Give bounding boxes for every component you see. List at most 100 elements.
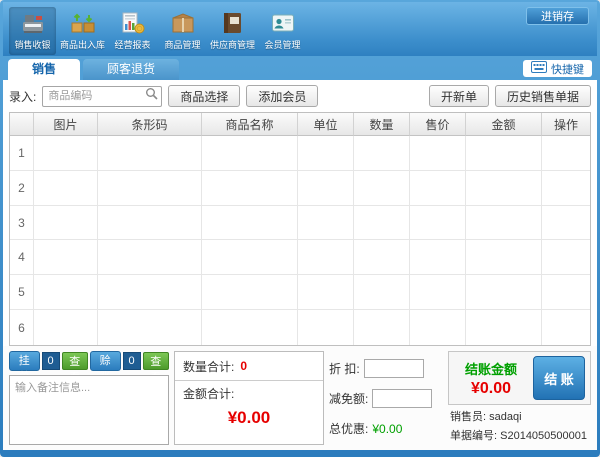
table-cell — [354, 170, 410, 206]
row-number: 1 — [10, 136, 34, 171]
discount-row: 折 扣: — [329, 358, 443, 378]
sales-panel: 录入: 商品选择 添加会员 开新单 历史销售单据 图片 条形码 商品名称 单位 … — [3, 80, 597, 450]
sales-history-button[interactable]: 历史销售单据 — [494, 85, 591, 107]
add-member-button[interactable]: 添加会员 — [246, 85, 319, 107]
credit-button[interactable]: 赊账 — [90, 351, 121, 383]
table-cell — [202, 310, 298, 345]
document-number-value: S2014050500001 — [500, 430, 587, 442]
discount-label: 折 扣: — [329, 361, 360, 376]
toolbar-item-label: 销售收银 — [14, 40, 51, 50]
salesperson-label: 销售员: — [450, 411, 487, 423]
stock-module-button[interactable]: 进销存 — [526, 7, 589, 25]
entry-bar: 录入: 商品选择 添加会员 开新单 历史销售单据 — [3, 80, 597, 112]
quantity-total-row: 数量合计: 0 — [175, 352, 323, 381]
table-header-corner — [10, 113, 34, 136]
toolbar-item-sales-cashier[interactable]: 销售收银 — [9, 6, 56, 55]
toolbar-item-reports[interactable]: 经营报表 — [109, 7, 156, 55]
table-cell — [202, 205, 298, 241]
toolbar-item-products[interactable]: 商品管理 — [159, 7, 206, 55]
toolbar-item-label: 商品出入库 — [59, 40, 105, 50]
credit-view-button[interactable]: 查看 — [142, 352, 169, 384]
document-number-label: 单据编号: — [450, 430, 498, 442]
row-number: 5 — [10, 275, 34, 311]
tab-customer-returns[interactable]: 顾客退货 — [83, 59, 180, 80]
table-cell — [34, 205, 98, 241]
search-icon[interactable] — [145, 87, 158, 105]
member-card-icon — [270, 10, 296, 36]
hold-order-button[interactable]: 挂单 — [9, 351, 40, 383]
amount-total-label: 金额合计: — [183, 387, 235, 401]
table-cell — [298, 310, 354, 345]
checkout-amount-label: 结账金额 — [464, 361, 517, 377]
table-cell — [354, 136, 410, 171]
toolbar-item-suppliers[interactable]: 供应商管理 — [209, 7, 256, 55]
table-cell — [98, 240, 202, 276]
new-order-button[interactable]: 开新单 — [428, 85, 489, 107]
product-code-searchbox — [42, 85, 163, 107]
discount-input[interactable] — [363, 358, 424, 378]
reduction-input[interactable] — [372, 389, 433, 409]
table-cell — [202, 170, 298, 206]
table-cell — [354, 275, 410, 311]
table-cell — [354, 240, 410, 276]
table-cell — [202, 275, 298, 311]
reduction-label: 减免额: — [329, 392, 369, 407]
tab-sales[interactable]: 销售 — [8, 59, 81, 80]
table-cell — [542, 136, 590, 171]
document-number-line: 单据编号: S2014050500001 — [448, 427, 591, 443]
table-header-amount: 金额 — [466, 113, 542, 136]
table-cell — [298, 275, 354, 311]
checkout-button[interactable]: 结 账 — [533, 356, 585, 400]
checkout-section: 结账金额 ¥0.00 结 账 销售员: sadaqi 单据编号: S201405… — [448, 351, 591, 445]
discount-section: 折 扣: 减免额: 总优惠: ¥0.00 — [329, 351, 443, 445]
hold-credit-row: 挂单 0 查看 赊账 0 查看 — [9, 351, 169, 384]
row-number: 2 — [10, 170, 34, 206]
remark-textarea[interactable] — [9, 375, 169, 445]
amount-total-row: 金额合计: ¥0.00 — [175, 381, 323, 444]
table-header-quantity: 数量 — [354, 113, 410, 136]
table-cell — [410, 275, 466, 311]
table-header-actions: 操作 — [542, 113, 590, 136]
promo-row: 总优惠: ¥0.00 — [329, 420, 443, 437]
table-cell — [298, 205, 354, 241]
hotkeys-button[interactable]: 快捷键 — [523, 60, 592, 77]
table-cell — [98, 170, 202, 206]
totals-box: 数量合计: 0 金额合计: ¥0.00 — [174, 351, 324, 445]
table-header-price: 售价 — [410, 113, 466, 136]
table-cell — [410, 310, 466, 345]
table-cell — [202, 136, 298, 171]
promo-value: ¥0.00 — [372, 421, 403, 436]
main-toolbar: 销售收银 商品出入库 经营报表 商品管理 供应商管理 会员管理 进销存 — [3, 2, 597, 56]
table-cell — [98, 136, 202, 171]
table-cell — [298, 170, 354, 206]
amount-total-value: ¥0.00 — [227, 408, 271, 427]
table-cell — [354, 205, 410, 241]
table-cell — [298, 240, 354, 276]
credit-count: 0 — [122, 352, 141, 370]
supplier-ledger-icon — [220, 10, 246, 36]
table-cell — [410, 170, 466, 206]
table-header-unit: 单位 — [298, 113, 354, 136]
toolbar-item-members[interactable]: 会员管理 — [259, 7, 306, 55]
entry-label: 录入: — [9, 89, 37, 104]
toolbar-item-stock-in-out[interactable]: 商品出入库 — [59, 7, 106, 55]
cash-register-icon — [20, 10, 46, 36]
table-cell — [34, 275, 98, 311]
product-code-input[interactable] — [43, 90, 146, 102]
checkout-amount-block: 结账金额 ¥0.00 — [454, 359, 528, 398]
table-cell — [34, 240, 98, 276]
checkout-box: 结账金额 ¥0.00 结 账 — [448, 351, 591, 405]
hold-order-view-button[interactable]: 查看 — [61, 352, 88, 384]
toolbar-item-label: 会员管理 — [264, 40, 301, 50]
table-cell — [98, 205, 202, 241]
table-cell — [466, 310, 542, 345]
table-cell — [542, 310, 590, 345]
select-product-button[interactable]: 商品选择 — [168, 85, 241, 107]
table-cell — [354, 310, 410, 345]
salesperson-line: 销售员: sadaqi — [448, 408, 591, 424]
keyboard-icon — [531, 61, 547, 76]
table-cell — [542, 205, 590, 241]
table-cell — [410, 240, 466, 276]
hotkeys-label: 快捷键 — [551, 63, 584, 76]
table-cell — [98, 310, 202, 345]
